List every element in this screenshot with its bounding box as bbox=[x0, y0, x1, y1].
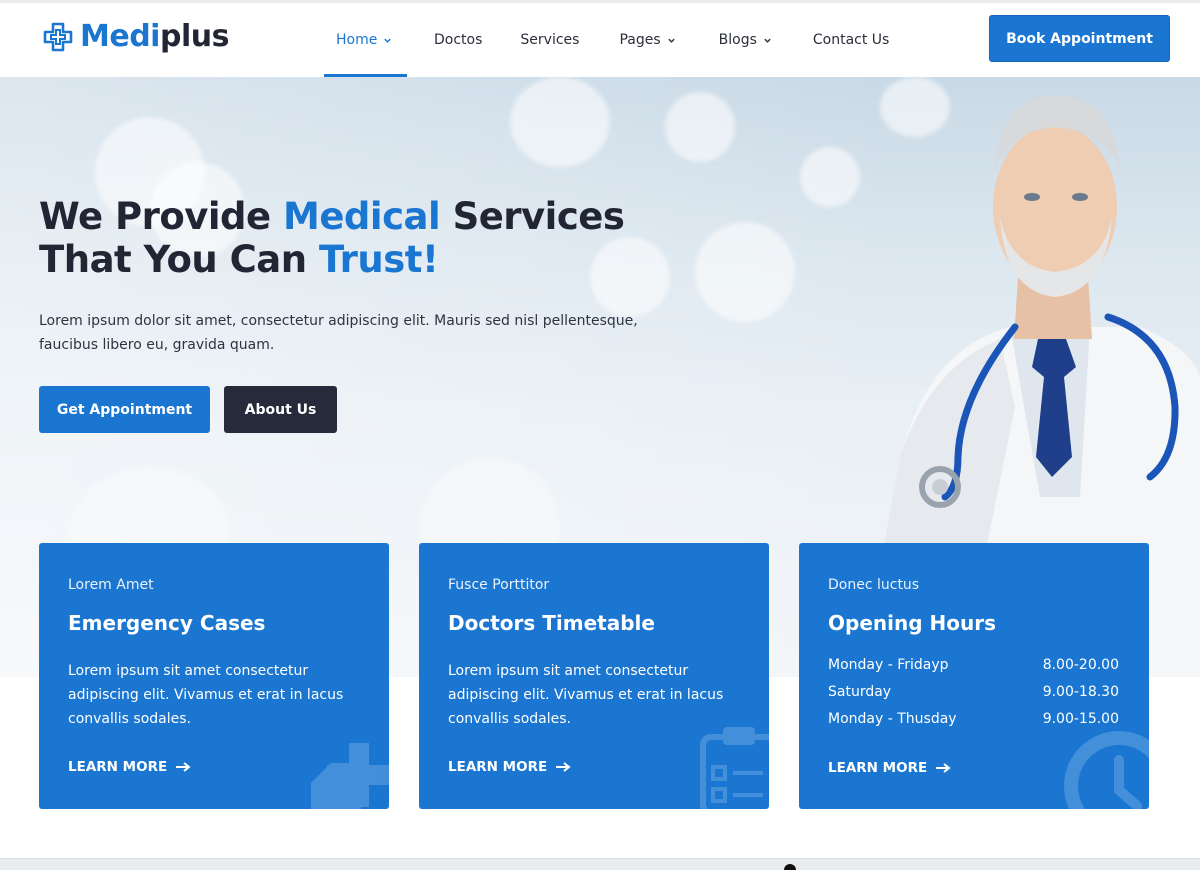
hours-day: Monday - Fridayp bbox=[828, 657, 949, 673]
hero-title-text: We Provide bbox=[39, 195, 284, 238]
clipboard-icon bbox=[700, 727, 769, 809]
hours-row: Monday - Fridayp 8.00-20.00 bbox=[828, 655, 1119, 682]
card-text: Lorem ipsum sit amet consectetur adipisc… bbox=[448, 663, 724, 727]
card-title: Opening Hours bbox=[828, 611, 996, 635]
chevron-down-icon bbox=[667, 38, 675, 43]
card-title: Doctors Timetable bbox=[448, 611, 655, 635]
hero-title-text: That You Can bbox=[39, 238, 319, 281]
arrow-right-icon bbox=[936, 763, 951, 773]
medical-cross-icon bbox=[43, 22, 73, 52]
card-subtitle: Donec luctus bbox=[828, 577, 920, 593]
nav-item-home[interactable]: Home bbox=[324, 3, 407, 77]
nav-item-services[interactable]: Services bbox=[520, 3, 579, 77]
nav-item-pages[interactable]: Pages bbox=[619, 3, 675, 77]
learn-more-link[interactable]: LEARN MORE bbox=[68, 759, 191, 775]
learn-more-link[interactable]: LEARN MORE bbox=[448, 759, 571, 775]
nav-item-blogs[interactable]: Blogs bbox=[719, 3, 772, 77]
learn-more-label: LEARN MORE bbox=[448, 759, 548, 775]
get-appointment-button[interactable]: Get Appointment bbox=[39, 386, 210, 433]
nav-item-label: Pages bbox=[619, 32, 661, 48]
hero-description: Lorem ipsum dolor sit amet, consectetur … bbox=[39, 313, 638, 353]
arrow-right-icon bbox=[556, 762, 571, 772]
nav-item-label: Blogs bbox=[718, 32, 757, 48]
hero-title: We Provide Medical Services That You Can… bbox=[39, 195, 625, 281]
nav-item-label: Doctos bbox=[434, 32, 483, 48]
site-header: Mediplus Home Doctos Services Pages Blog… bbox=[0, 3, 1200, 77]
feature-card-opening-hours: Donec luctus Opening Hours Monday - Frid… bbox=[799, 543, 1149, 809]
hours-day: Saturday bbox=[828, 684, 892, 700]
hours-row: Saturday 9.00-18.30 bbox=[828, 682, 1119, 709]
feature-card-timetable: Fusce Porttitor Doctors Timetable Lorem … bbox=[419, 543, 769, 809]
card-title: Emergency Cases bbox=[68, 611, 266, 635]
card-text: Lorem ipsum sit amet consectetur adipisc… bbox=[68, 663, 344, 727]
ambulance-icon bbox=[311, 743, 389, 809]
hero-title-accent: Medical bbox=[283, 195, 441, 238]
book-appointment-button[interactable]: Book Appointment bbox=[989, 15, 1170, 62]
arrow-right-icon bbox=[176, 762, 191, 772]
hours-day: Monday - Thusday bbox=[828, 711, 957, 727]
nav-item-contact[interactable]: Contact Us bbox=[813, 3, 889, 77]
card-subtitle: Fusce Porttitor bbox=[448, 577, 550, 593]
hours-time: 9.00-18.30 bbox=[1042, 684, 1119, 700]
logo[interactable]: Mediplus bbox=[42, 21, 229, 53]
nav-item-label: Home bbox=[336, 32, 378, 48]
feature-card-emergency: Lorem Amet Emergency Cases Lorem ipsum s… bbox=[39, 543, 389, 809]
chevron-down-icon bbox=[764, 38, 771, 43]
hero-title-accent: Trust! bbox=[319, 238, 439, 281]
about-us-button[interactable]: About Us bbox=[224, 386, 337, 433]
chevron-down-icon bbox=[384, 38, 392, 43]
learn-more-label: LEARN MORE bbox=[828, 760, 928, 776]
cursor-dot bbox=[784, 864, 796, 870]
hero-title-text: Services bbox=[440, 195, 625, 238]
nav-item-label: Services bbox=[520, 32, 580, 48]
nav-item-label: Contact Us bbox=[812, 32, 890, 48]
learn-more-link[interactable]: LEARN MORE bbox=[828, 760, 951, 776]
bottom-scroll-strip bbox=[0, 858, 1200, 870]
opening-hours-list: Monday - Fridayp 8.00-20.00 Saturday 9.0… bbox=[828, 655, 1119, 736]
main-nav: Home Doctos Services Pages Blogs Contact… bbox=[324, 3, 889, 77]
learn-more-label: LEARN MORE bbox=[68, 759, 168, 775]
logo-text: Mediplus bbox=[80, 19, 229, 54]
card-subtitle: Lorem Amet bbox=[68, 577, 154, 593]
nav-item-doctors[interactable]: Doctos bbox=[434, 3, 482, 77]
clock-icon bbox=[1064, 731, 1149, 809]
hours-time: 8.00-20.00 bbox=[1042, 657, 1119, 673]
